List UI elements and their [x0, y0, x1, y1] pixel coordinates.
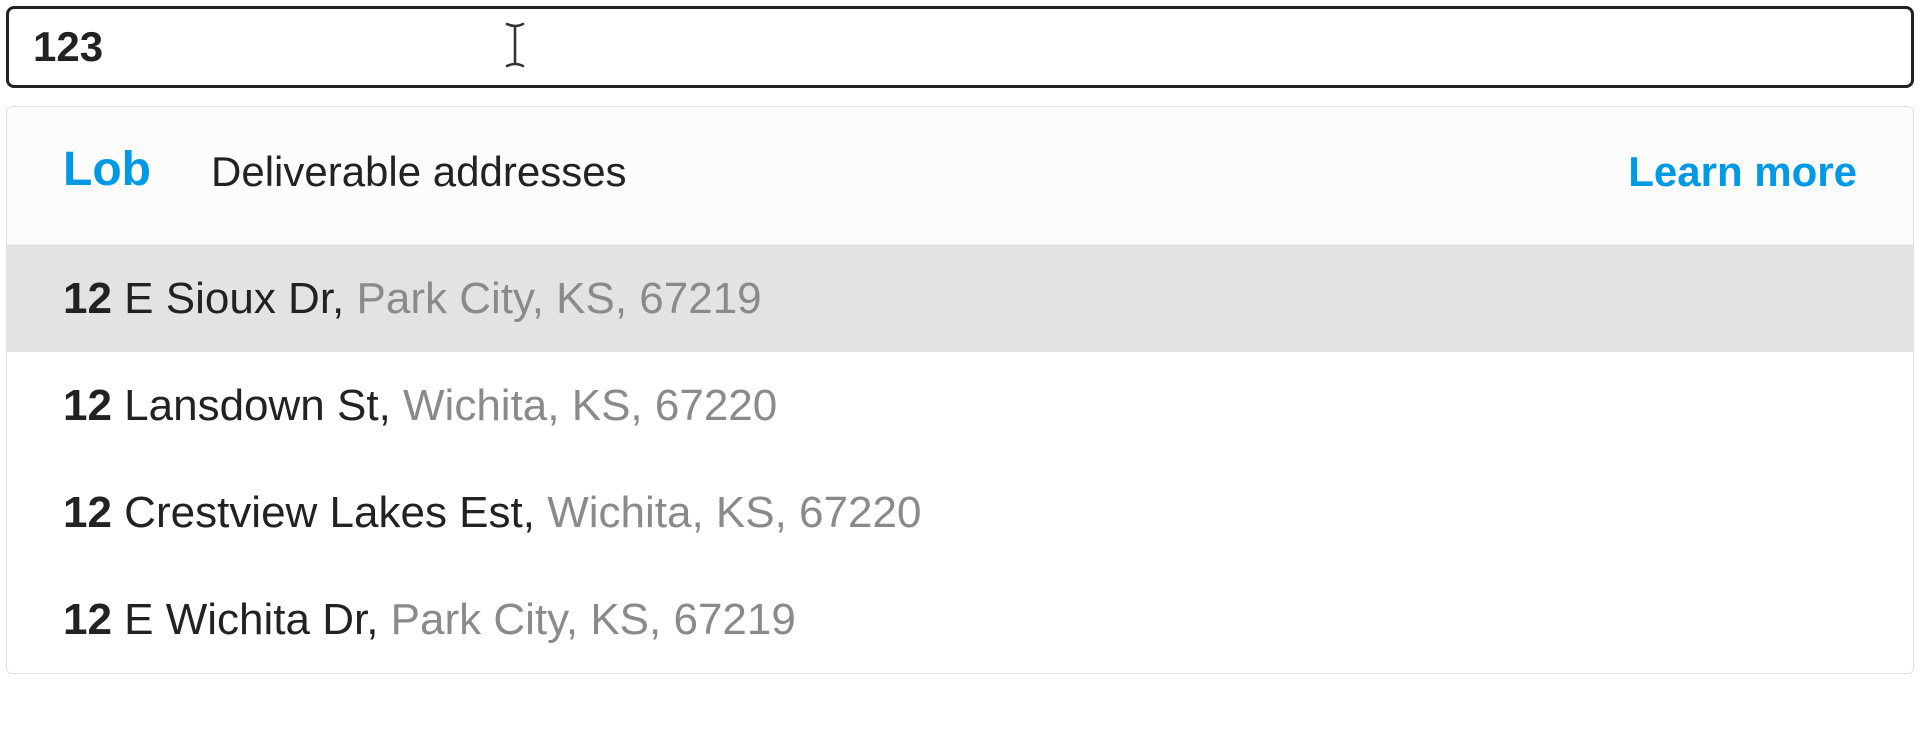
suggestion-street: Lansdown St,: [112, 381, 403, 430]
suggestion-item[interactable]: 12 Lansdown St, Wichita, KS, 67220: [7, 352, 1913, 459]
autocomplete-dropdown: Lob Deliverable addresses Learn more 12 …: [6, 106, 1914, 674]
suggestion-prefix: 12: [63, 381, 112, 430]
address-search-input[interactable]: [6, 6, 1914, 88]
suggestion-city-state-zip: Park City, KS, 67219: [357, 274, 762, 323]
suggestion-street: Crestview Lakes Est,: [112, 488, 547, 537]
suggestion-street: E Sioux Dr,: [112, 274, 357, 323]
svg-text:Lob: Lob: [63, 143, 151, 195]
suggestion-prefix: 12: [63, 488, 112, 537]
suggestion-street: E Wichita Dr,: [112, 595, 391, 644]
suggestion-item[interactable]: 12 Crestview Lakes Est, Wichita, KS, 672…: [7, 459, 1913, 566]
lob-logo-icon: Lob: [63, 143, 179, 200]
suggestion-city-state-zip: Wichita, KS, 67220: [403, 381, 777, 430]
suggestion-prefix: 12: [63, 274, 112, 323]
suggestion-item[interactable]: 12 E Wichita Dr, Park City, KS, 67219: [7, 566, 1913, 673]
learn-more-link[interactable]: Learn more: [1628, 148, 1857, 196]
suggestion-city-state-zip: Park City, KS, 67219: [391, 595, 796, 644]
suggestion-city-state-zip: Wichita, KS, 67220: [547, 488, 921, 537]
suggestion-list: 12 E Sioux Dr, Park City, KS, 6721912 La…: [7, 245, 1913, 673]
dropdown-header-label: Deliverable addresses: [211, 148, 627, 196]
suggestion-item[interactable]: 12 E Sioux Dr, Park City, KS, 67219: [7, 245, 1913, 352]
suggestion-prefix: 12: [63, 595, 112, 644]
dropdown-header: Lob Deliverable addresses Learn more: [7, 107, 1913, 245]
